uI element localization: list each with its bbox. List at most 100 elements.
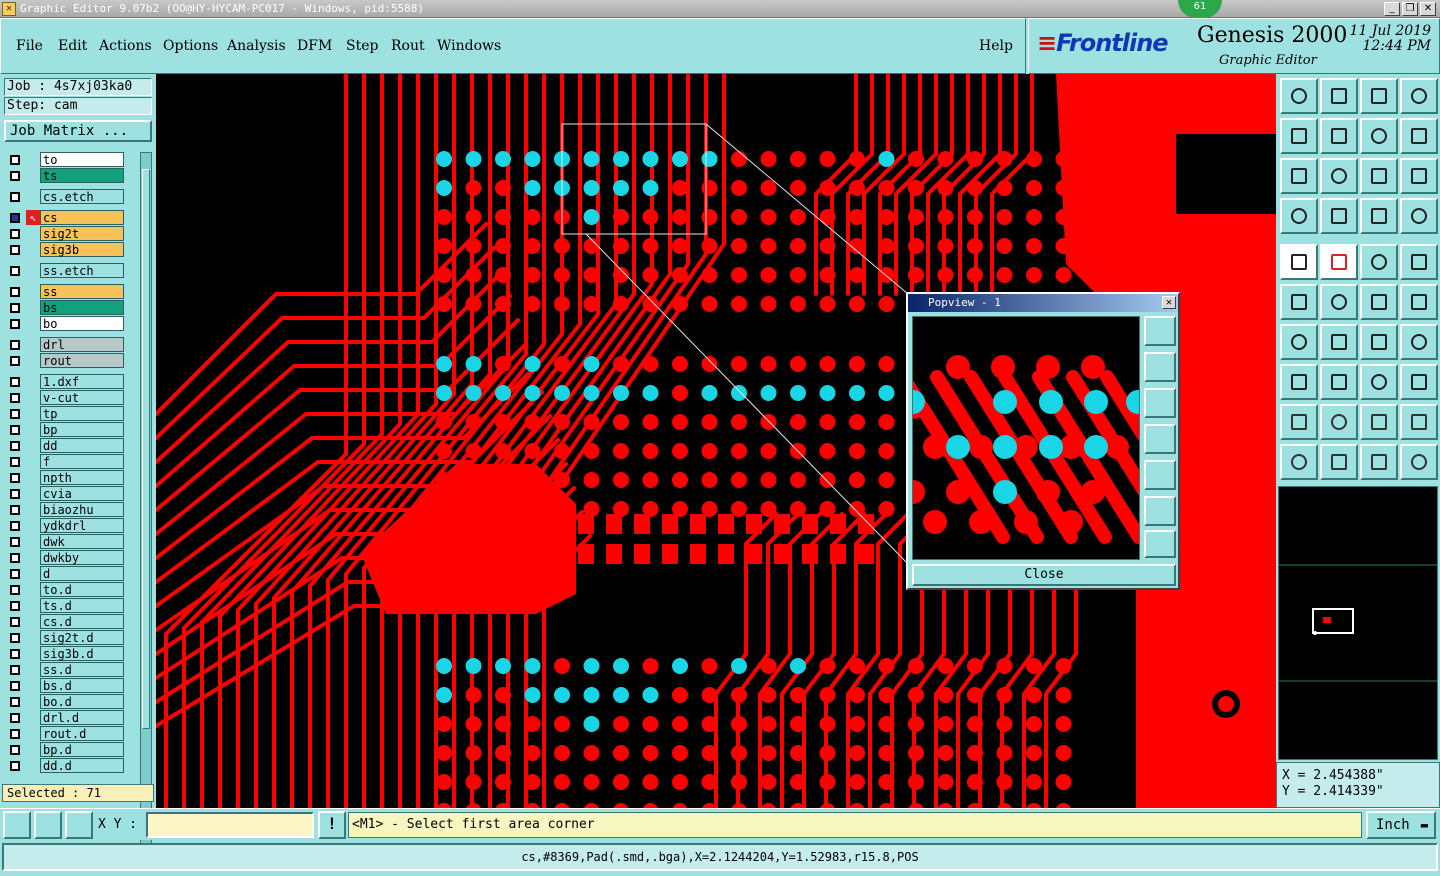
layer-checkbox[interactable] bbox=[10, 245, 20, 255]
layer-row-ts[interactable]: ts bbox=[4, 168, 128, 184]
popview-pan-right-icon[interactable] bbox=[1144, 460, 1176, 490]
move-icon[interactable] bbox=[1320, 284, 1358, 320]
layer-checkbox[interactable] bbox=[10, 425, 20, 435]
layer-row-ss[interactable]: ss bbox=[4, 284, 128, 300]
menu-options[interactable]: Options bbox=[163, 38, 218, 54]
menu-windows[interactable]: Windows bbox=[437, 38, 501, 54]
layer-checkbox[interactable] bbox=[10, 521, 20, 531]
snap-mode-icon[interactable] bbox=[3, 811, 31, 839]
route-icon[interactable] bbox=[1360, 284, 1398, 320]
menu-help[interactable]: Help bbox=[979, 38, 1013, 54]
units-selector[interactable]: Inch ▬ bbox=[1366, 811, 1436, 839]
layer-checkbox[interactable] bbox=[10, 393, 20, 403]
pointer-icon[interactable] bbox=[1280, 444, 1318, 480]
layer-checkbox[interactable] bbox=[10, 681, 20, 691]
mirror-icon[interactable] bbox=[1360, 118, 1398, 154]
edit-line-icon[interactable] bbox=[1320, 244, 1358, 280]
menu-actions[interactable]: Actions bbox=[99, 38, 152, 54]
pan-left-icon[interactable] bbox=[1280, 118, 1318, 154]
layer-row-dwk[interactable]: dwk bbox=[4, 534, 128, 550]
menu-step[interactable]: Step bbox=[346, 38, 378, 54]
layer-checkbox[interactable] bbox=[10, 457, 20, 467]
layer-row-ss.etch[interactable]: ss.etch bbox=[4, 263, 128, 279]
triangle-c-icon[interactable] bbox=[1400, 404, 1438, 440]
layer-checkbox[interactable] bbox=[10, 266, 20, 276]
layer-checkbox[interactable] bbox=[10, 761, 20, 771]
layer-row-f[interactable]: f bbox=[4, 454, 128, 470]
zoom-in-box-icon[interactable] bbox=[1320, 78, 1358, 114]
job-matrix-button[interactable]: Job Matrix ... bbox=[4, 120, 152, 142]
layer-row-to[interactable]: to bbox=[4, 152, 128, 168]
select-box-icon[interactable] bbox=[1280, 364, 1318, 400]
layer-checkbox[interactable] bbox=[10, 409, 20, 419]
layer-row-ydkdrl[interactable]: ydkdrl bbox=[4, 518, 128, 534]
layer-row-dd[interactable]: dd bbox=[4, 438, 128, 454]
scale-one-to-one-icon[interactable] bbox=[1360, 158, 1398, 194]
layer-row-sig3b.d[interactable]: sig3b.d bbox=[4, 646, 128, 662]
layer-checkbox[interactable] bbox=[10, 303, 20, 313]
menu-analysis[interactable]: Analysis bbox=[227, 38, 286, 54]
home-view-icon[interactable] bbox=[1360, 78, 1398, 114]
layer-checkbox[interactable] bbox=[10, 601, 20, 611]
layer-row-to.d[interactable]: to.d bbox=[4, 582, 128, 598]
layer-row-cs.d[interactable]: cs.d bbox=[4, 614, 128, 630]
layer-checkbox[interactable] bbox=[10, 665, 20, 675]
layer-row-d[interactable]: d bbox=[4, 566, 128, 582]
grid-icon[interactable] bbox=[1320, 198, 1358, 234]
triangle-b-icon[interactable] bbox=[1360, 404, 1398, 440]
menu-dfm[interactable]: DFM bbox=[297, 38, 332, 54]
circle-icon[interactable] bbox=[1400, 244, 1438, 280]
layer-row-bo.d[interactable]: bo.d bbox=[4, 694, 128, 710]
layer-row-cvia[interactable]: cvia bbox=[4, 486, 128, 502]
pointer-select-icon[interactable] bbox=[1360, 444, 1398, 480]
layer-row-sig2t.d[interactable]: sig2t.d bbox=[4, 630, 128, 646]
layer-checkbox[interactable] bbox=[10, 505, 20, 515]
popview-pan-up-icon[interactable] bbox=[1144, 352, 1176, 382]
zoom-home-icon[interactable] bbox=[1280, 78, 1318, 114]
layer-row-bo[interactable]: bo bbox=[4, 316, 128, 332]
layer-row-dd.d[interactable]: dd.d bbox=[4, 758, 128, 774]
overview-map[interactable] bbox=[1278, 486, 1438, 760]
net-select-icon[interactable] bbox=[1400, 444, 1438, 480]
measure-icon[interactable] bbox=[1280, 198, 1318, 234]
layer-colors-icon[interactable] bbox=[1400, 198, 1438, 234]
zoom-fit-icon[interactable] bbox=[1320, 158, 1358, 194]
popview-zoom-in-icon[interactable] bbox=[1144, 316, 1176, 346]
line-icon[interactable] bbox=[1320, 324, 1358, 360]
close-window-button[interactable]: ✕ bbox=[1420, 2, 1436, 16]
layer-checkbox[interactable] bbox=[10, 171, 20, 181]
popview-close-icon[interactable]: ✕ bbox=[1162, 296, 1176, 309]
layer-checkbox[interactable] bbox=[10, 617, 20, 627]
pan-right-icon[interactable] bbox=[1320, 118, 1358, 154]
popview-pan-left-icon[interactable] bbox=[1144, 424, 1176, 454]
layer-checkbox[interactable] bbox=[10, 729, 20, 739]
layer-row-npth[interactable]: npth bbox=[4, 470, 128, 486]
query-icon[interactable] bbox=[1400, 158, 1438, 194]
layer-row-drl[interactable]: drl bbox=[4, 337, 128, 353]
layer-row-bs.d[interactable]: bs.d bbox=[4, 678, 128, 694]
layer-checkbox[interactable] bbox=[10, 340, 20, 350]
popview-title[interactable]: Popview - 1 bbox=[908, 294, 1178, 312]
layer-row-drl.d[interactable]: drl.d bbox=[4, 710, 128, 726]
layer-checkbox[interactable] bbox=[10, 537, 20, 547]
layer-row-sig2t[interactable]: sig2t bbox=[4, 226, 128, 242]
grid-mode-icon[interactable] bbox=[65, 811, 93, 839]
menu-rout[interactable]: Rout bbox=[391, 38, 425, 54]
layer-checkbox[interactable] bbox=[10, 569, 20, 579]
popview-close-button[interactable]: Close bbox=[912, 564, 1176, 586]
layer-row-rout.d[interactable]: rout.d bbox=[4, 726, 128, 742]
popview-fit-icon[interactable] bbox=[1144, 496, 1176, 526]
menu-edit[interactable]: Edit bbox=[58, 38, 87, 54]
triangle-icon[interactable] bbox=[1280, 404, 1318, 440]
info-alert-icon[interactable]: ! bbox=[318, 811, 346, 839]
layer-row-bp.d[interactable]: bp.d bbox=[4, 742, 128, 758]
layer-row-biaozhu[interactable]: biaozhu bbox=[4, 502, 128, 518]
layer-checkbox[interactable] bbox=[10, 229, 20, 239]
layer-row-bp[interactable]: bp bbox=[4, 422, 128, 438]
layer-row-cs.etch[interactable]: cs.etch bbox=[4, 189, 128, 205]
angle-icon[interactable] bbox=[1280, 324, 1318, 360]
layer-checkbox[interactable] bbox=[10, 441, 20, 451]
layer-checkbox[interactable] bbox=[10, 213, 20, 223]
zoom-region-icon[interactable] bbox=[1360, 364, 1398, 400]
layer-checkbox[interactable] bbox=[10, 356, 20, 366]
